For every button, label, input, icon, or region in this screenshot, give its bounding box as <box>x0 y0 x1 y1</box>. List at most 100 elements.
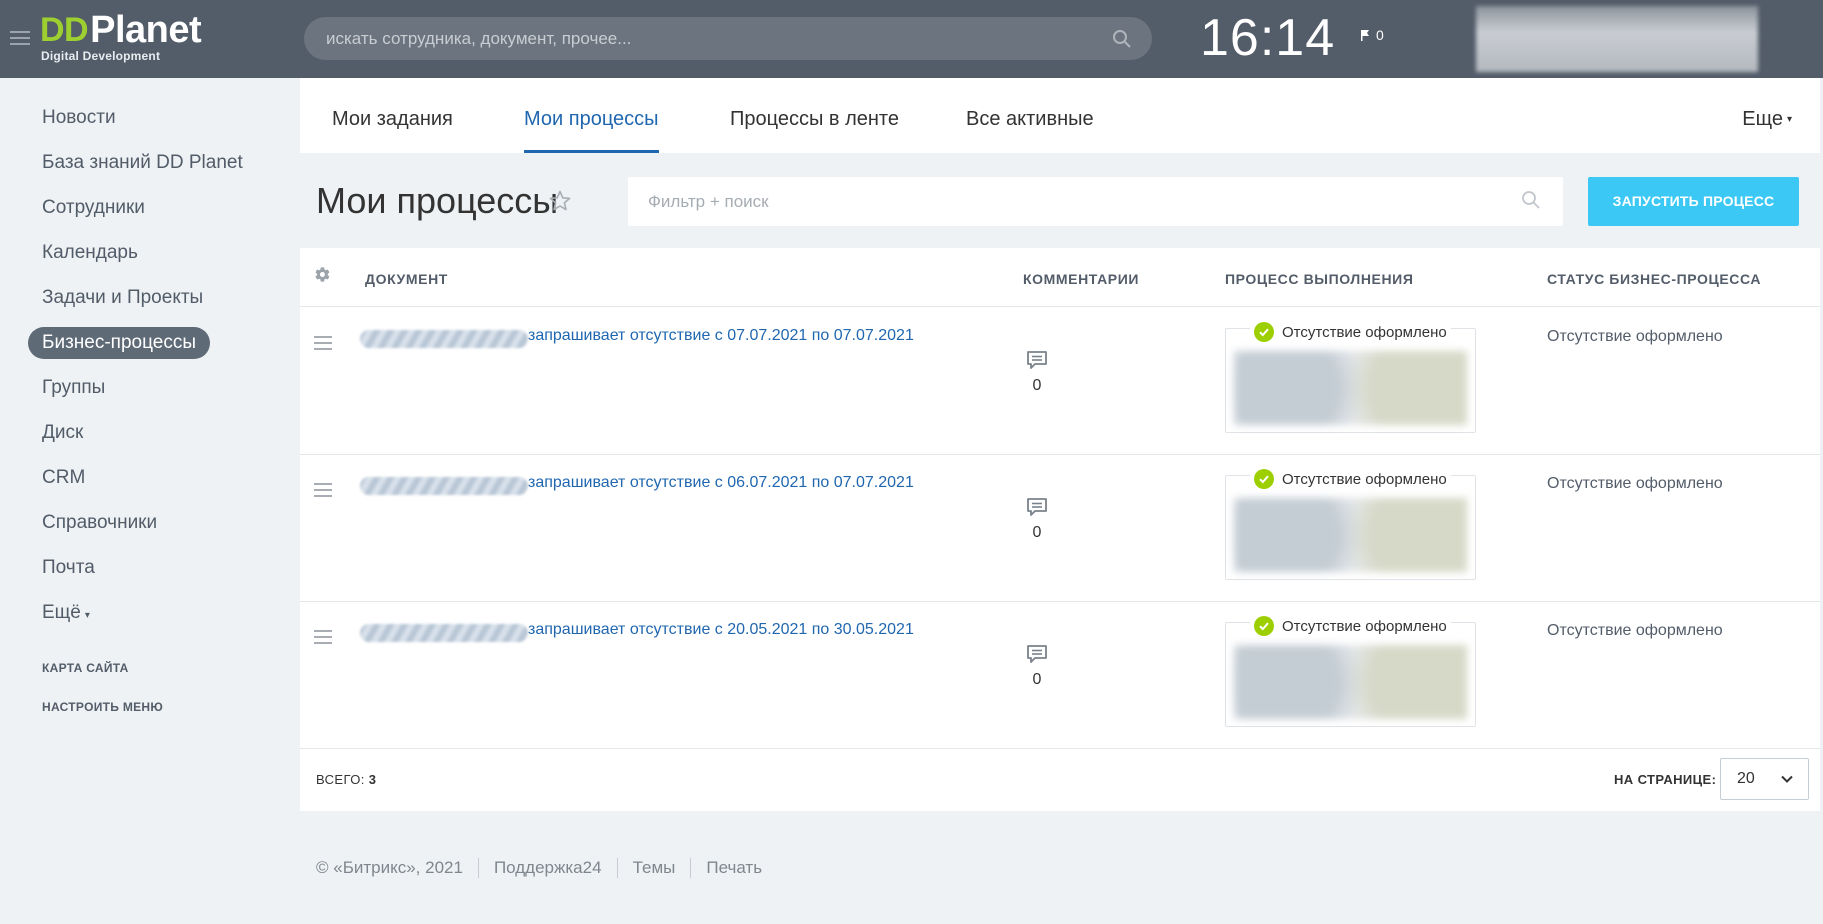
process-progress-card[interactable]: Отсутствие оформлено <box>1225 322 1476 433</box>
process-status-label: Отсутствие оформлено <box>1282 323 1447 341</box>
sidebar-item-more-label: Ещё <box>42 602 81 623</box>
tab-all-active[interactable]: Все активные <box>966 78 1094 153</box>
column-comments[interactable]: КОММЕНТАРИИ <box>1023 248 1139 310</box>
gear-icon[interactable] <box>314 266 331 283</box>
start-process-button[interactable]: ЗАПУСТИТЬ ПРОЦЕСС <box>1588 177 1799 226</box>
process-status: Отсутствие оформлено <box>1250 322 1451 342</box>
column-document[interactable]: ДОКУМЕНТ <box>365 248 448 310</box>
process-tabs: Мои задания Мои процессы Процессы в лент… <box>300 78 1820 153</box>
process-progress-card[interactable]: Отсутствие оформлено <box>1225 616 1476 727</box>
page-title: Мои процессы <box>316 180 559 221</box>
per-page-value: 20 <box>1737 770 1755 787</box>
comments-cell[interactable]: 0 <box>1022 350 1052 395</box>
per-page-select[interactable]: 20 <box>1720 758 1809 800</box>
search-input[interactable]: искать сотрудника, документ, прочее... <box>326 17 1086 60</box>
row-menu-icon[interactable] <box>314 336 332 354</box>
column-status[interactable]: СТАТУС БИЗНЕС-ПРОЦЕССА <box>1547 248 1761 310</box>
filter-input[interactable]: Фильтр + поиск <box>648 177 769 226</box>
configure-menu-link[interactable]: НАСТРОИТЬ МЕНЮ <box>0 688 300 727</box>
tab-more[interactable]: Еще ▾ <box>1742 78 1792 153</box>
sidebar-item-news[interactable]: Новости <box>0 95 300 140</box>
footer-divider <box>477 858 479 878</box>
footer-divider <box>616 858 618 878</box>
employee-name-blurred[interactable] <box>360 330 528 348</box>
sidebar-item-employees[interactable]: Сотрудники <box>0 185 300 230</box>
clock[interactable]: 16:14 <box>1200 8 1335 68</box>
comment-count: 0 <box>1032 524 1042 541</box>
company-logo[interactable]: DD Planet Digital Development <box>40 9 202 63</box>
sitemap-link[interactable]: КАРТА САЙТА <box>0 649 300 688</box>
themes-link[interactable]: Темы <box>633 858 676 878</box>
logo-name: Planet <box>90 9 202 51</box>
row-menu-icon[interactable] <box>314 483 332 501</box>
process-status: Отсутствие оформлено <box>1250 469 1451 489</box>
grid-footer: ВСЕГО: 3 НА СТРАНИЦЕ: 20 <box>300 748 1820 811</box>
global-search[interactable]: искать сотрудника, документ, прочее... <box>304 17 1152 60</box>
sidebar-item-business-processes[interactable]: Бизнес-процессы <box>0 320 300 365</box>
document-link[interactable]: запрашивает отсутствие с 07.07.2021 по 0… <box>528 327 914 345</box>
process-progress-card[interactable]: Отсутствие оформлено <box>1225 469 1476 580</box>
document-link[interactable]: запрашивает отсутствие с 20.05.2021 по 3… <box>528 621 914 639</box>
print-link[interactable]: Печать <box>706 858 762 878</box>
check-icon <box>1254 469 1274 489</box>
flag-icon <box>1361 30 1369 41</box>
participants-avatars-blurred <box>1234 351 1467 425</box>
process-status-label: Отсутствие оформлено <box>1282 617 1447 635</box>
total-value: 3 <box>368 772 377 787</box>
business-process-status: Отсутствие оформлено <box>1547 475 1723 492</box>
document-link[interactable]: запрашивает отсутствие с 06.07.2021 по 0… <box>528 474 914 492</box>
left-menu: Новости База знаний DD Planet Сотрудники… <box>0 78 300 727</box>
employee-name-blurred[interactable] <box>360 624 528 642</box>
tab-more-label: Еще <box>1742 108 1783 130</box>
process-grid: ДОКУМЕНТ КОММЕНТАРИИ ПРОЦЕСС ВЫПОЛНЕНИЯ … <box>300 248 1820 811</box>
check-icon <box>1254 616 1274 636</box>
row-menu-icon[interactable] <box>314 630 332 648</box>
table-row[interactable]: запрашивает отсутствие с 06.07.2021 по 0… <box>300 455 1820 602</box>
sidebar-item-mail[interactable]: Почта <box>0 545 300 590</box>
process-status: Отсутствие оформлено <box>1250 616 1451 636</box>
column-process[interactable]: ПРОЦЕСС ВЫПОЛНЕНИЯ <box>1225 248 1414 310</box>
copyright: © «Битрикс», 2021 <box>316 858 463 877</box>
sidebar-item-groups[interactable]: Группы <box>0 365 300 410</box>
sidebar-item-tasks[interactable]: Задачи и Проекты <box>0 275 300 320</box>
sidebar-item-crm[interactable]: CRM <box>0 455 300 500</box>
business-process-status: Отсутствие оформлено <box>1547 622 1723 639</box>
hamburger-menu-icon[interactable] <box>10 31 30 49</box>
sidebar-item-more[interactable]: Ещё ▾ <box>0 590 300 635</box>
logo-subtitle: Digital Development <box>41 49 161 63</box>
notifications[interactable]: 0 <box>1360 27 1384 43</box>
support-link[interactable]: Поддержка24 <box>494 858 602 878</box>
tab-my-tasks[interactable]: Мои задания <box>332 78 453 153</box>
tab-feed-processes[interactable]: Процессы в ленте <box>730 78 899 153</box>
sidebar-item-knowledge-base[interactable]: База знаний DD Planet <box>0 140 300 185</box>
total-count: ВСЕГО: 3 <box>316 748 376 811</box>
search-icon[interactable] <box>1112 29 1132 49</box>
filter-search[interactable]: Фильтр + поиск <box>628 177 1563 226</box>
sidebar-item-label: Бизнес-процессы <box>28 327 210 359</box>
search-icon[interactable] <box>1521 190 1541 210</box>
check-icon <box>1254 322 1274 342</box>
chevron-down-icon: ▾ <box>1786 113 1792 125</box>
footer-divider <box>690 858 692 878</box>
sidebar-item-disk[interactable]: Диск <box>0 410 300 455</box>
table-row[interactable]: запрашивает отсутствие с 07.07.2021 по 0… <box>300 308 1820 455</box>
star-icon[interactable] <box>548 189 572 213</box>
comment-icon <box>1027 498 1047 516</box>
comment-count: 0 <box>1032 377 1042 394</box>
participants-avatars-blurred <box>1234 498 1467 572</box>
tab-my-processes[interactable]: Мои процессы <box>524 78 659 153</box>
sidebar-item-calendar[interactable]: Календарь <box>0 230 300 275</box>
comment-count: 0 <box>1032 671 1042 688</box>
chevron-down-icon <box>1781 775 1793 783</box>
user-profile-blurred[interactable] <box>1476 6 1758 72</box>
table-row[interactable]: запрашивает отсутствие с 20.05.2021 по 3… <box>300 602 1820 749</box>
sidebar-item-directories[interactable]: Справочники <box>0 500 300 545</box>
logo-dd: DD <box>40 11 89 49</box>
process-status-label: Отсутствие оформлено <box>1282 470 1447 488</box>
chevron-down-icon: ▾ <box>84 610 90 621</box>
comments-cell[interactable]: 0 <box>1022 497 1052 542</box>
employee-name-blurred[interactable] <box>360 477 528 495</box>
comments-cell[interactable]: 0 <box>1022 644 1052 689</box>
flag-count: 0 <box>1376 27 1384 43</box>
business-process-status: Отсутствие оформлено <box>1547 328 1723 345</box>
